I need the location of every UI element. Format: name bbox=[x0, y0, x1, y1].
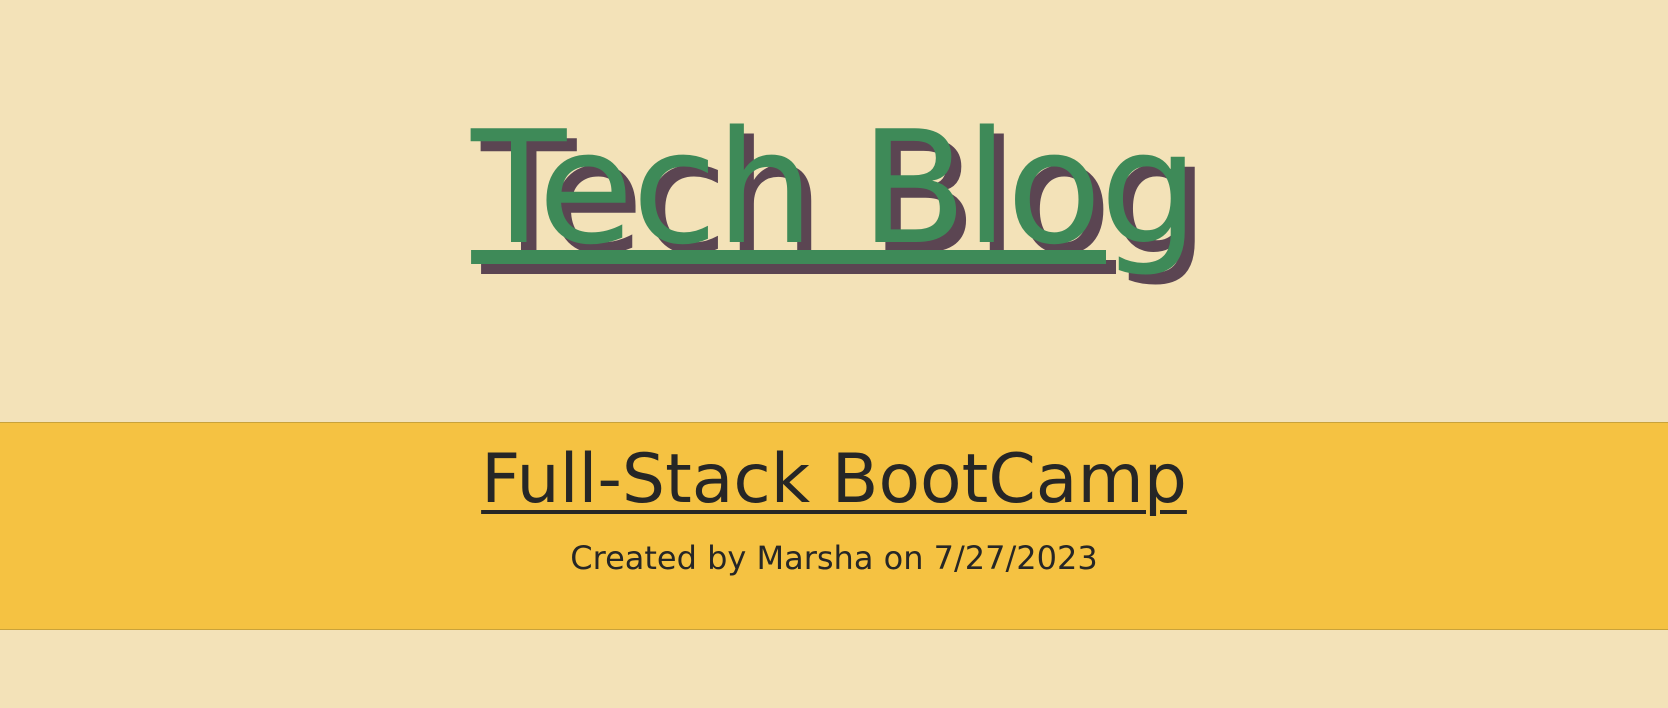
post-card: Full-Stack BootCamp Created by Marsha on… bbox=[0, 422, 1668, 630]
site-header: Tech Blog bbox=[0, 0, 1668, 422]
post-meta: Created by Marsha on 7/27/2023 bbox=[570, 539, 1098, 577]
post-title-link[interactable]: Full-Stack BootCamp bbox=[0, 442, 1668, 518]
site-title-link[interactable]: Tech Blog bbox=[0, 110, 1668, 266]
